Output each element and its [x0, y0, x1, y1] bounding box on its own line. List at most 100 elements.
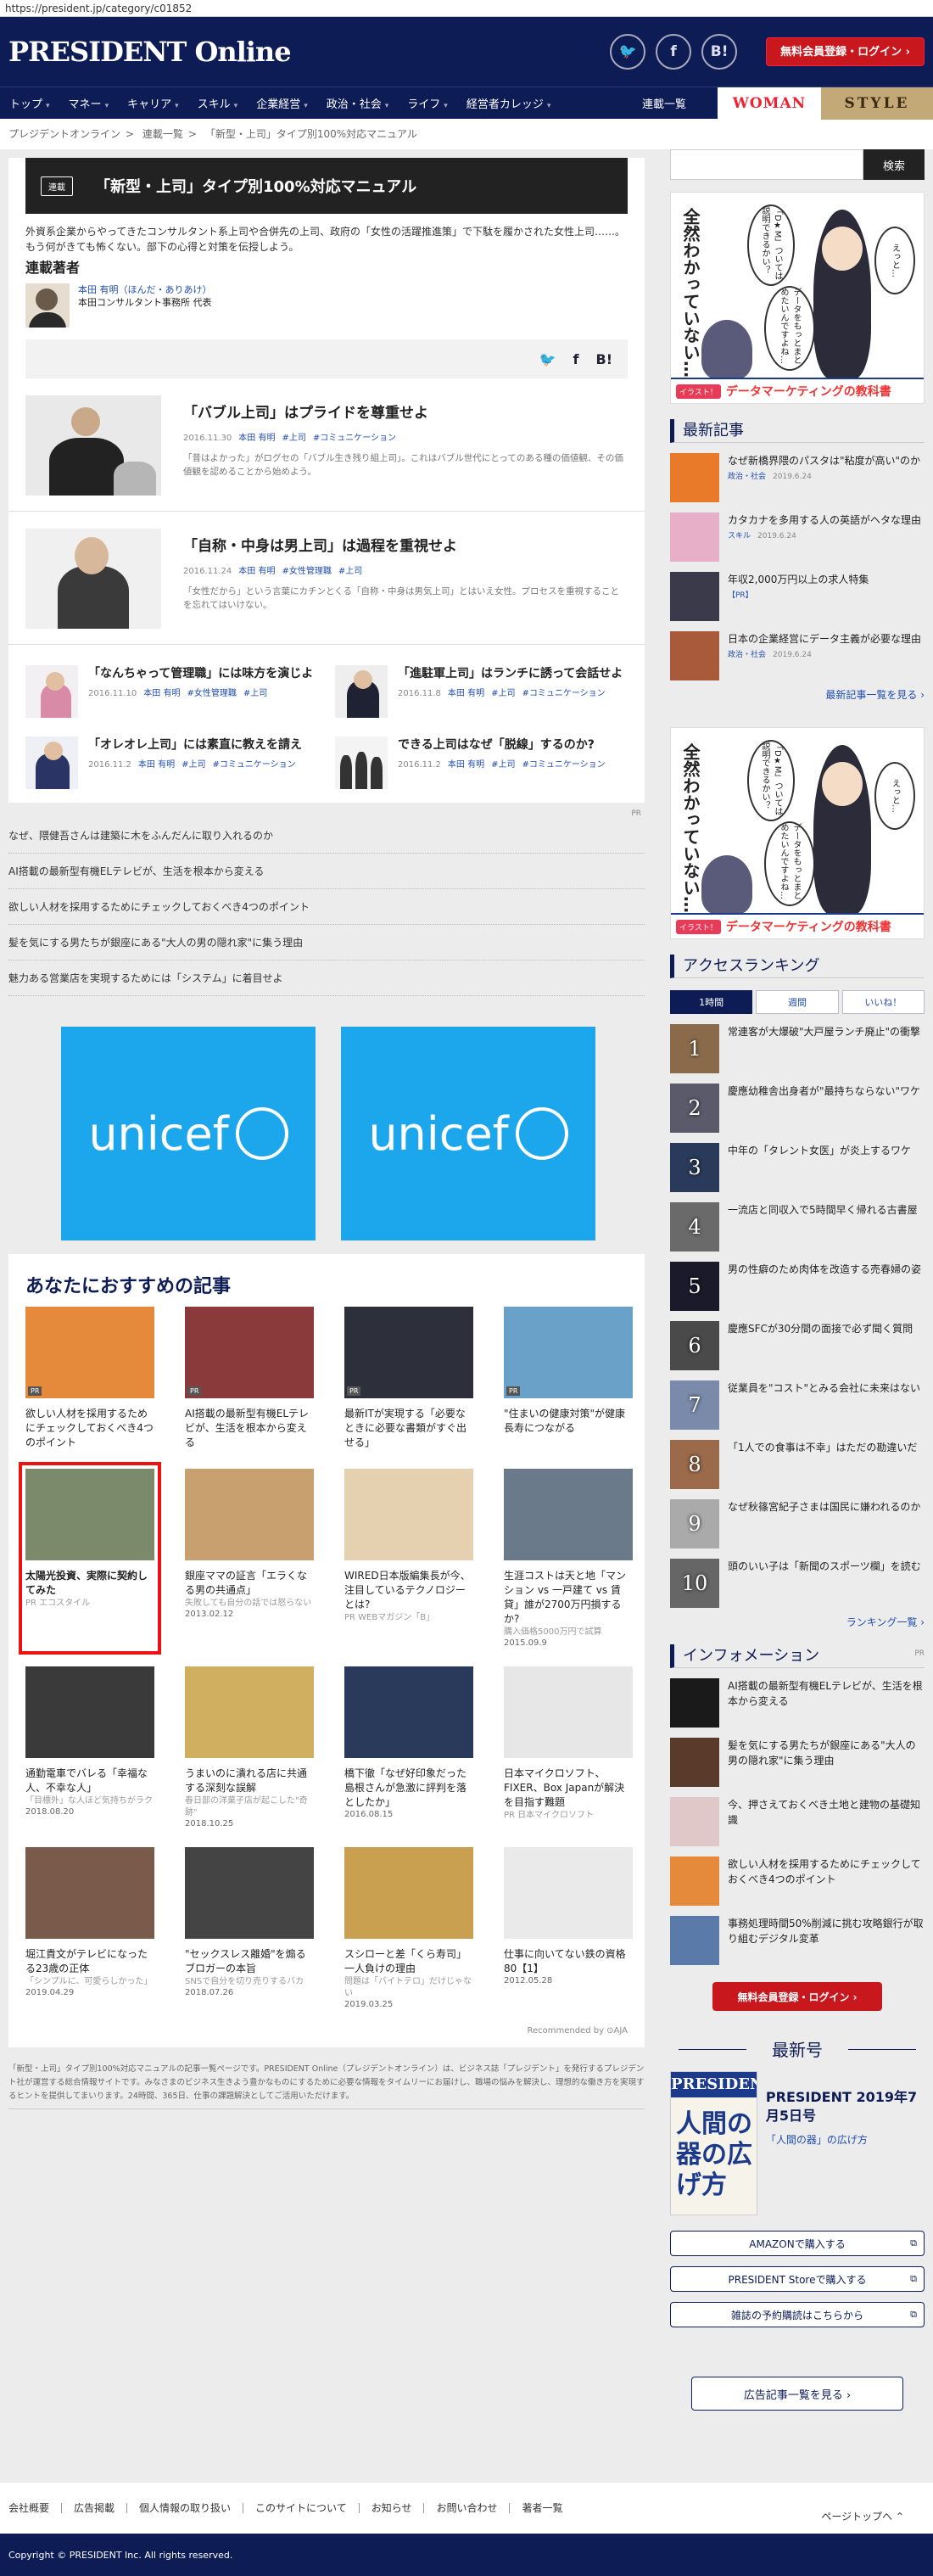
info-item[interactable]: 今、押さえておくべき土地と建物の基礎知識: [670, 1797, 925, 1846]
url-bar[interactable]: https://president.jp/category/c01852: [0, 0, 933, 17]
article-title[interactable]: 「オレオレ上司」には素直に教えを請え: [88, 736, 302, 753]
ranking-item[interactable]: 10 頭のいい子は「新聞のスポーツ欄」を読む: [670, 1559, 925, 1608]
ranking-item[interactable]: 5 男の性癖のため肉体を改造する売春婦の姿: [670, 1262, 925, 1311]
footer-link[interactable]: 広告掲載: [62, 2503, 128, 2513]
ad-list-button[interactable]: 広告記事一覧を見る ›: [691, 2377, 903, 2411]
ranking-item[interactable]: 1 常連客が大爆破"大戸屋ランチ廃止"の衝撃: [670, 1024, 925, 1073]
latest-item[interactable]: 年収2,000万円以上の求人特集 【PR】: [670, 572, 925, 621]
buy-amazon-button[interactable]: AMAZONで購入する: [670, 2231, 925, 2256]
article-title[interactable]: 「なんちゃって管理職」には味方を演じよ: [88, 665, 313, 682]
nav-series-list[interactable]: 連載一覧: [642, 95, 686, 111]
recommend-title[interactable]: 生涯コストは天と地「マンション vs 一戸建て vs 賃貸」誰が2700万円損す…: [504, 1569, 633, 1627]
twitter-icon[interactable]: 🐦: [539, 351, 556, 367]
nav-item-life[interactable]: ライフ: [398, 95, 457, 111]
login-button[interactable]: 無料会員登録・ログイン ›: [712, 1982, 882, 2011]
recommend-title[interactable]: うまいのに潰れる店に共通する深刻な誤解: [185, 1767, 314, 1795]
woman-brand-link[interactable]: WOMAN: [718, 87, 821, 120]
recommend-item[interactable]: 通勤電車でバレる「幸福な人、不幸な人」 「目標外」な人ほど気持ちがラク 2018.0…: [25, 1666, 154, 1828]
recommend-item[interactable]: WIRED日本版編集長が今、注目しているテクノロジーとは? PR WEBマガジン「…: [344, 1469, 473, 1648]
recommend-item[interactable]: "セックスレス離婚"を煽るブロガーの本旨 SNSで自分を切り売りするバカ 2018.…: [185, 1847, 314, 2009]
recommend-title[interactable]: 最新ITが実現する「必要なときに必要な書類がすぐ出せる」: [344, 1407, 473, 1450]
footer-link[interactable]: このサイトについて: [243, 2503, 360, 2513]
magazine-feature[interactable]: 「人間の器」の広げ方: [766, 2132, 925, 2147]
footer-link[interactable]: お知らせ: [360, 2503, 425, 2513]
recommend-item[interactable]: 仕事に向いてない鉄の資格80【1】 2012.05.28: [504, 1847, 633, 2009]
ranking-item[interactable]: 4 一流店と同収入で5時間早く帰れる古書屋: [670, 1202, 925, 1252]
magazine-cover[interactable]: PRESIDENT 人間の器の広げ方: [670, 2071, 757, 2215]
recommend-title[interactable]: 堀江貴文がテレビになったる23歳の正体: [25, 1947, 154, 1976]
recommend-item[interactable]: 日本マイクロソフト、FIXER、Box Japanが解決を目指す難題 PR 日本マ…: [504, 1666, 633, 1828]
recommend-item[interactable]: 堀江貴文がテレビになったる23歳の正体 「シンプルに、可愛らしかった」 2019.0…: [25, 1847, 154, 2009]
facebook-icon[interactable]: f: [573, 351, 579, 367]
hatena-icon[interactable]: B!: [701, 34, 738, 70]
recommend-title[interactable]: AI搭載の最新型有機ELテレビが、生活を根本から変える: [185, 1407, 314, 1450]
recommend-title[interactable]: スシローと差「くら寿司」一人負けの理由: [344, 1947, 473, 1976]
footer-link[interactable]: お問い合わせ: [424, 2503, 511, 2513]
pr-link[interactable]: 欲しい人材を採用するためにチェックしておくべき4つのポイント: [8, 889, 645, 925]
pr-link[interactable]: 髪を気にする男たちが銀座にある"大人の男の隠れ家"に集う理由: [8, 925, 645, 960]
latest-item[interactable]: なぜ新橋界隈のパスタは"粘度が高い"のか 政治・社会 2019.6.24: [670, 453, 925, 502]
latest-item[interactable]: 日本の企業経営にデータ主義が必要な理由 政治・社会 2019.6.24: [670, 631, 925, 680]
recommend-title[interactable]: 太陽光投資、実際に契約してみた: [25, 1569, 154, 1598]
subscribe-button[interactable]: 雑誌の予約購読はこちらから: [670, 2302, 925, 2327]
breadcrumb-series[interactable]: 連載一覧: [142, 128, 183, 140]
footer-link[interactable]: 会社概要: [8, 2503, 63, 2513]
nav-item-college[interactable]: 経営者カレッジ: [457, 95, 561, 111]
twitter-icon[interactable]: 🐦: [610, 34, 646, 70]
pr-link[interactable]: なぜ、隈健吾さんは建築に木をふんだんに取り入れるのか: [8, 818, 645, 854]
article-card[interactable]: 「バブル上司」はプライドを尊重せよ 2016.11.30 本田 有明 #上司 #コミュ…: [8, 378, 645, 512]
nav-item-skill[interactable]: スキル: [188, 95, 248, 111]
article-title[interactable]: 「バブル上司」はプライドを尊重せよ: [183, 400, 628, 422]
article-title[interactable]: 「自称・中身は男上司」は過程を重視せよ: [183, 534, 628, 555]
info-item[interactable]: 髪を気にする男たちが銀座にある"大人の男の隠れ家"に集う理由: [670, 1738, 925, 1787]
search-input[interactable]: [670, 149, 863, 180]
author-block[interactable]: 本田 有明（ほんだ・ありあけ） 本田コンサルタント事務所 代表: [8, 277, 645, 334]
article-card[interactable]: 「オレオレ上司」には素直に教えを請え 2016.11.2 本田 有明 #上司 #コミュ…: [25, 736, 318, 789]
recommend-title[interactable]: 銀座ママの証言「エラくなる男の共通点」: [185, 1569, 314, 1598]
pr-link[interactable]: 魅力ある営業店を実現するためには「システム」に着目せよ: [8, 960, 645, 996]
ranking-item[interactable]: 7 従業員を"コスト"とみる会社に未来はない: [670, 1380, 925, 1430]
recommend-item[interactable]: スシローと差「くら寿司」一人負けの理由 問題は「バイトテロ」だけじゃない 2019.…: [344, 1847, 473, 2009]
site-logo[interactable]: PRESIDENT Online: [8, 36, 292, 68]
unicef-banner[interactable]: unicef: [61, 1027, 316, 1240]
article-title[interactable]: 「進駐軍上司」はランチに誘って会話せよ: [398, 665, 623, 682]
recommend-item[interactable]: うまいのに潰れる店に共通する深刻な誤解 春日部の洋菓子店が起こした"奇跡" 2018…: [185, 1666, 314, 1828]
hatena-icon[interactable]: B!: [596, 351, 613, 367]
ranking-item[interactable]: 2 慶應幼稚舎出身者が"最持ちならない"ワケ: [670, 1084, 925, 1133]
recommend-title[interactable]: "住まいの健康対策"が健康長寿につながる: [504, 1407, 633, 1436]
magazine-name[interactable]: PRESIDENT 2019年7月5日号: [766, 2088, 925, 2125]
tab-hourly[interactable]: 1時間: [670, 990, 753, 1014]
recommend-title[interactable]: 仕事に向いてない鉄の資格80【1】: [504, 1947, 633, 1976]
author-name[interactable]: 本田 有明（ほんだ・ありあけ）: [78, 283, 212, 296]
recommend-item[interactable]: PR 欲しい人材を採用するためにチェックしておくべき4つのポイント: [25, 1307, 154, 1450]
recommend-title[interactable]: WIRED日本版編集長が今、注目しているテクノロジーとは?: [344, 1569, 473, 1612]
recommend-item[interactable]: 生涯コストは天と地「マンション vs 一戸建て vs 賃貸」誰が2700万円損す…: [504, 1469, 633, 1648]
article-card[interactable]: 「進駐軍上司」はランチに誘って会話せよ 2016.11.8 本田 有明 #上司 #コミ…: [335, 665, 628, 718]
buy-store-button[interactable]: PRESIDENT Storeで購入する: [670, 2266, 925, 2292]
footer-link[interactable]: 著者一覧: [510, 2503, 574, 2513]
tab-likes[interactable]: いいね！: [841, 990, 925, 1014]
recommend-item[interactable]: 銀座ママの証言「エラくなる男の共通点」 失敗しても自分の話では怒らない 2013.0…: [185, 1469, 314, 1648]
facebook-icon[interactable]: f: [656, 34, 692, 70]
latest-more-link[interactable]: 最新記事一覧を見る ›: [670, 687, 925, 702]
info-item[interactable]: 事務処理時間50%削減に挑む攻略銀行が取り組むデジタル変革: [670, 1916, 925, 1965]
tab-weekly[interactable]: 週間: [756, 990, 839, 1014]
nav-item-career[interactable]: キャリア: [118, 95, 188, 111]
recommend-title[interactable]: "セックスレス離婚"を煽るブロガーの本旨: [185, 1947, 314, 1976]
nav-item-top[interactable]: トップ: [0, 95, 59, 111]
breadcrumb-home[interactable]: プレジデントオンライン: [8, 128, 120, 140]
footer-link[interactable]: 個人情報の取り扱い: [127, 2503, 244, 2513]
latest-item[interactable]: カタカナを多用する人の英語がヘタな理由 スキル 2019.6.24: [670, 512, 925, 562]
info-item[interactable]: 欲しい人材を採用するためにチェックしておくべき4つのポイント: [670, 1856, 925, 1906]
data-marketing-ad[interactable]: 全然わかっていない… 「D★M」ついては説明できるかい？ データをもっとまとめた…: [670, 727, 925, 939]
article-card[interactable]: できる上司はなぜ「脱線」するのか? 2016.11.2 本田 有明 #上司 #コミュニ…: [335, 736, 628, 789]
search-button[interactable]: 検索: [863, 149, 925, 180]
unicef-banner[interactable]: unicef: [341, 1027, 595, 1240]
recommend-title[interactable]: 日本マイクロソフト、FIXER、Box Japanが解決を目指す難題: [504, 1767, 633, 1810]
nav-item-management[interactable]: 企業経営: [247, 95, 317, 111]
info-item[interactable]: AI搭載の最新型有機ELテレビが、生活を根本から変える: [670, 1678, 925, 1728]
recommend-title[interactable]: 通勤電車でバレる「幸福な人、不幸な人」: [25, 1767, 154, 1795]
recommend-item[interactable]: 橋下徹「なぜ好印象だった島根さんが急激に評判を落としたか」 2016.08.15: [344, 1666, 473, 1828]
pr-link[interactable]: AI搭載の最新型有機ELテレビが、生活を根本から変える: [8, 854, 645, 889]
recommend-item[interactable]: PR AI搭載の最新型有機ELテレビが、生活を根本から変える: [185, 1307, 314, 1450]
